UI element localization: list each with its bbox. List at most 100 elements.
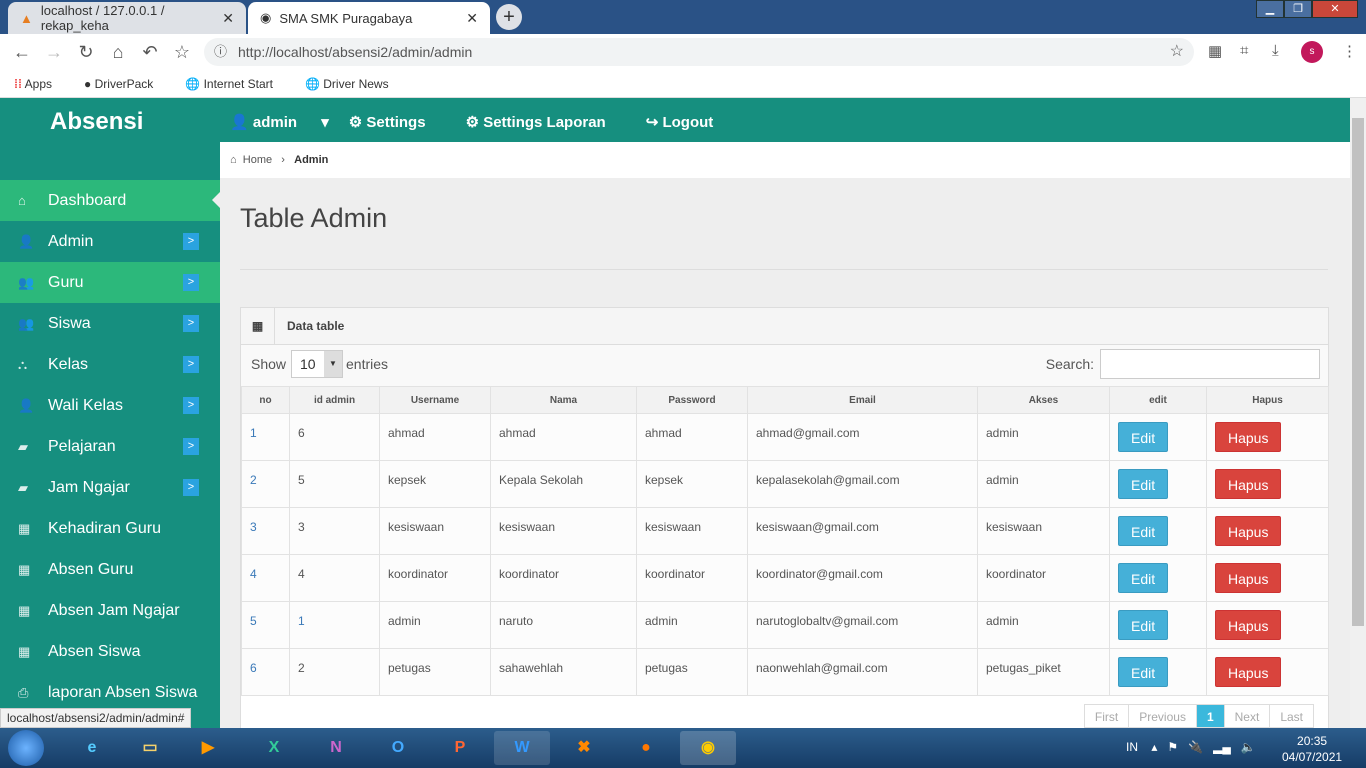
explorer-icon[interactable]: ▭ (122, 731, 178, 765)
edit-button[interactable]: Edit (1118, 610, 1169, 640)
pager-1[interactable]: 1 (1195, 704, 1225, 728)
word-icon[interactable]: W (494, 731, 550, 765)
column-header[interactable]: no (241, 386, 290, 414)
maximize-button[interactable]: ❐ (1284, 0, 1312, 18)
bookmark-driver-news[interactable]: 🌐 Driver News (305, 77, 405, 91)
delete-button[interactable]: Hapus (1215, 657, 1282, 687)
sidebar-item-siswa[interactable]: 👥 Siswa > (0, 303, 220, 344)
logout-link[interactable]: ↪ Logout (646, 113, 734, 131)
download-icon[interactable]: ⤓ (1272, 42, 1279, 59)
sidebar-item-jam-ngajar[interactable]: ▰ Jam Ngajar > (0, 467, 220, 508)
volume-icon[interactable]: 🔈 (1241, 740, 1256, 754)
delete-button[interactable]: Hapus (1215, 422, 1282, 452)
expand-arrow-icon[interactable]: > (183, 438, 199, 455)
sidebar-item-wali-kelas[interactable]: 👤 Wali Kelas > (0, 385, 220, 426)
close-tab-icon[interactable]: ✕ (222, 10, 234, 27)
browser-tab[interactable]: ▲ localhost / 127.0.0.1 / rekap_keha ✕ (8, 2, 246, 34)
xampp-icon[interactable]: ✖ (556, 731, 612, 765)
action-center-icon[interactable]: ⚑ (1167, 740, 1178, 754)
search-input[interactable] (1100, 349, 1320, 379)
forward-icon[interactable]: → (38, 42, 70, 63)
column-header[interactable]: Akses (977, 386, 1110, 414)
expand-arrow-icon[interactable]: > (183, 233, 199, 250)
edit-button[interactable]: Edit (1118, 563, 1169, 593)
sidebar-item-kelas[interactable]: ⛬ Kelas > (0, 344, 220, 385)
edit-button[interactable]: Edit (1118, 422, 1169, 452)
expand-arrow-icon[interactable]: > (183, 356, 199, 373)
close-tab-icon[interactable]: ✕ (466, 10, 478, 27)
close-window-button[interactable]: ✕ (1312, 0, 1358, 18)
outlook-icon[interactable]: O (370, 731, 426, 765)
bookmark-internet-start[interactable]: 🌐 Internet Start (185, 77, 289, 91)
column-header[interactable]: edit (1109, 386, 1207, 414)
settings-link[interactable]: ⚙ Settings (349, 113, 446, 131)
minimize-button[interactable]: ▁ (1256, 0, 1284, 18)
start-button[interactable] (8, 730, 44, 766)
back-icon[interactable]: ← (6, 42, 38, 63)
expand-arrow-icon[interactable]: > (183, 315, 199, 332)
sidebar-item-absen-jam-ngajar[interactable]: ▦ Absen Jam Ngajar (0, 590, 220, 631)
pager-previous[interactable]: Previous (1128, 704, 1197, 728)
network-icon[interactable]: ▂▄ (1213, 740, 1231, 754)
edit-button[interactable]: Edit (1118, 516, 1169, 546)
column-header[interactable]: Password (636, 386, 748, 414)
sidebar-item-absen-guru[interactable]: ▦ Absen Guru (0, 549, 220, 590)
firefox-icon[interactable]: ● (618, 731, 674, 765)
brand-logo[interactable]: Absensi (50, 108, 143, 136)
expand-arrow-icon[interactable]: > (183, 479, 199, 496)
excel-icon[interactable]: X (246, 731, 302, 765)
tray-expand-icon[interactable]: ▴ (1151, 740, 1157, 754)
language-indicator[interactable]: IN (1126, 740, 1138, 754)
column-header[interactable]: Username (379, 386, 491, 414)
bookmark-driverpack[interactable]: ● DriverPack (84, 77, 169, 91)
power-icon[interactable]: 🔌 (1188, 740, 1203, 754)
admin-dropdown[interactable]: 👤 admin ▾ (230, 113, 329, 131)
breadcrumb-home[interactable]: Home (243, 154, 272, 166)
column-header[interactable]: Hapus (1206, 386, 1329, 414)
delete-button[interactable]: Hapus (1215, 469, 1282, 499)
crop-icon[interactable]: ⌗ (1240, 42, 1248, 59)
bookmark-star-icon[interactable]: ☆ (166, 42, 198, 63)
expand-arrow-icon[interactable]: > (183, 397, 199, 414)
star-icon[interactable]: ☆ (1170, 38, 1184, 66)
sidebar-item-admin[interactable]: 👤 Admin > (0, 221, 220, 262)
pager-next[interactable]: Next (1223, 704, 1271, 728)
browser-tab-active[interactable]: ◉ SMA SMK Puragabaya ✕ (248, 2, 490, 34)
profile-avatar[interactable]: s (1301, 41, 1323, 63)
delete-button[interactable]: Hapus (1215, 610, 1282, 640)
edit-button[interactable]: Edit (1118, 469, 1169, 499)
chrome-icon[interactable]: ◉ (680, 731, 736, 765)
sidebar-item-absen-siswa[interactable]: ▦ Absen Siswa (0, 631, 220, 672)
delete-button[interactable]: Hapus (1215, 563, 1282, 593)
sidebar-item-dashboard[interactable]: ⌂ Dashboard (0, 180, 220, 221)
ie-icon[interactable]: e (64, 731, 120, 765)
undo-icon[interactable]: ↶ (134, 42, 166, 63)
powerpoint-icon[interactable]: P (432, 731, 488, 765)
settings-laporan-link[interactable]: ⚙ Settings Laporan (466, 113, 626, 131)
page-scrollbar[interactable] (1350, 98, 1366, 728)
onenote-icon[interactable]: N (308, 731, 364, 765)
sidebar-item-kehadiran-guru[interactable]: ▦ Kehadiran Guru (0, 508, 220, 549)
clock[interactable]: 20:35 04/07/2021 (1282, 733, 1342, 765)
column-header[interactable]: id admin (289, 386, 380, 414)
scrollbar-thumb[interactable] (1352, 118, 1364, 626)
sidebar-item-pelajaran[interactable]: ▰ Pelajaran > (0, 426, 220, 467)
entries-select[interactable]: 10 ▼ (291, 350, 343, 378)
sidebar-item-laporan-absen-siswa[interactable]: ⎙ laporan Absen Siswa (0, 672, 220, 713)
extensions-icon[interactable]: ▦ (1208, 42, 1222, 60)
edit-button[interactable]: Edit (1118, 657, 1169, 687)
delete-button[interactable]: Hapus (1215, 516, 1282, 546)
pager-first[interactable]: First (1083, 704, 1130, 728)
sidebar-item-guru[interactable]: 👥 Guru > (0, 262, 220, 303)
pager-last[interactable]: Last (1269, 704, 1314, 728)
reload-icon[interactable]: ↻ (70, 42, 102, 63)
bookmark-apps[interactable]: ⁞⁞ Apps (14, 77, 68, 91)
url-input[interactable]: ⓘ http://localhost/absensi2/admin/admin ☆ (204, 38, 1194, 66)
expand-arrow-icon[interactable]: > (183, 274, 199, 291)
column-header[interactable]: Nama (490, 386, 637, 414)
column-header[interactable]: Email (747, 386, 978, 414)
menu-icon[interactable]: ⋮ (1342, 42, 1357, 60)
new-tab-button[interactable]: + (496, 4, 522, 30)
media-player-icon[interactable]: ▶ (180, 731, 236, 765)
home-icon[interactable]: ⌂ (102, 42, 134, 63)
